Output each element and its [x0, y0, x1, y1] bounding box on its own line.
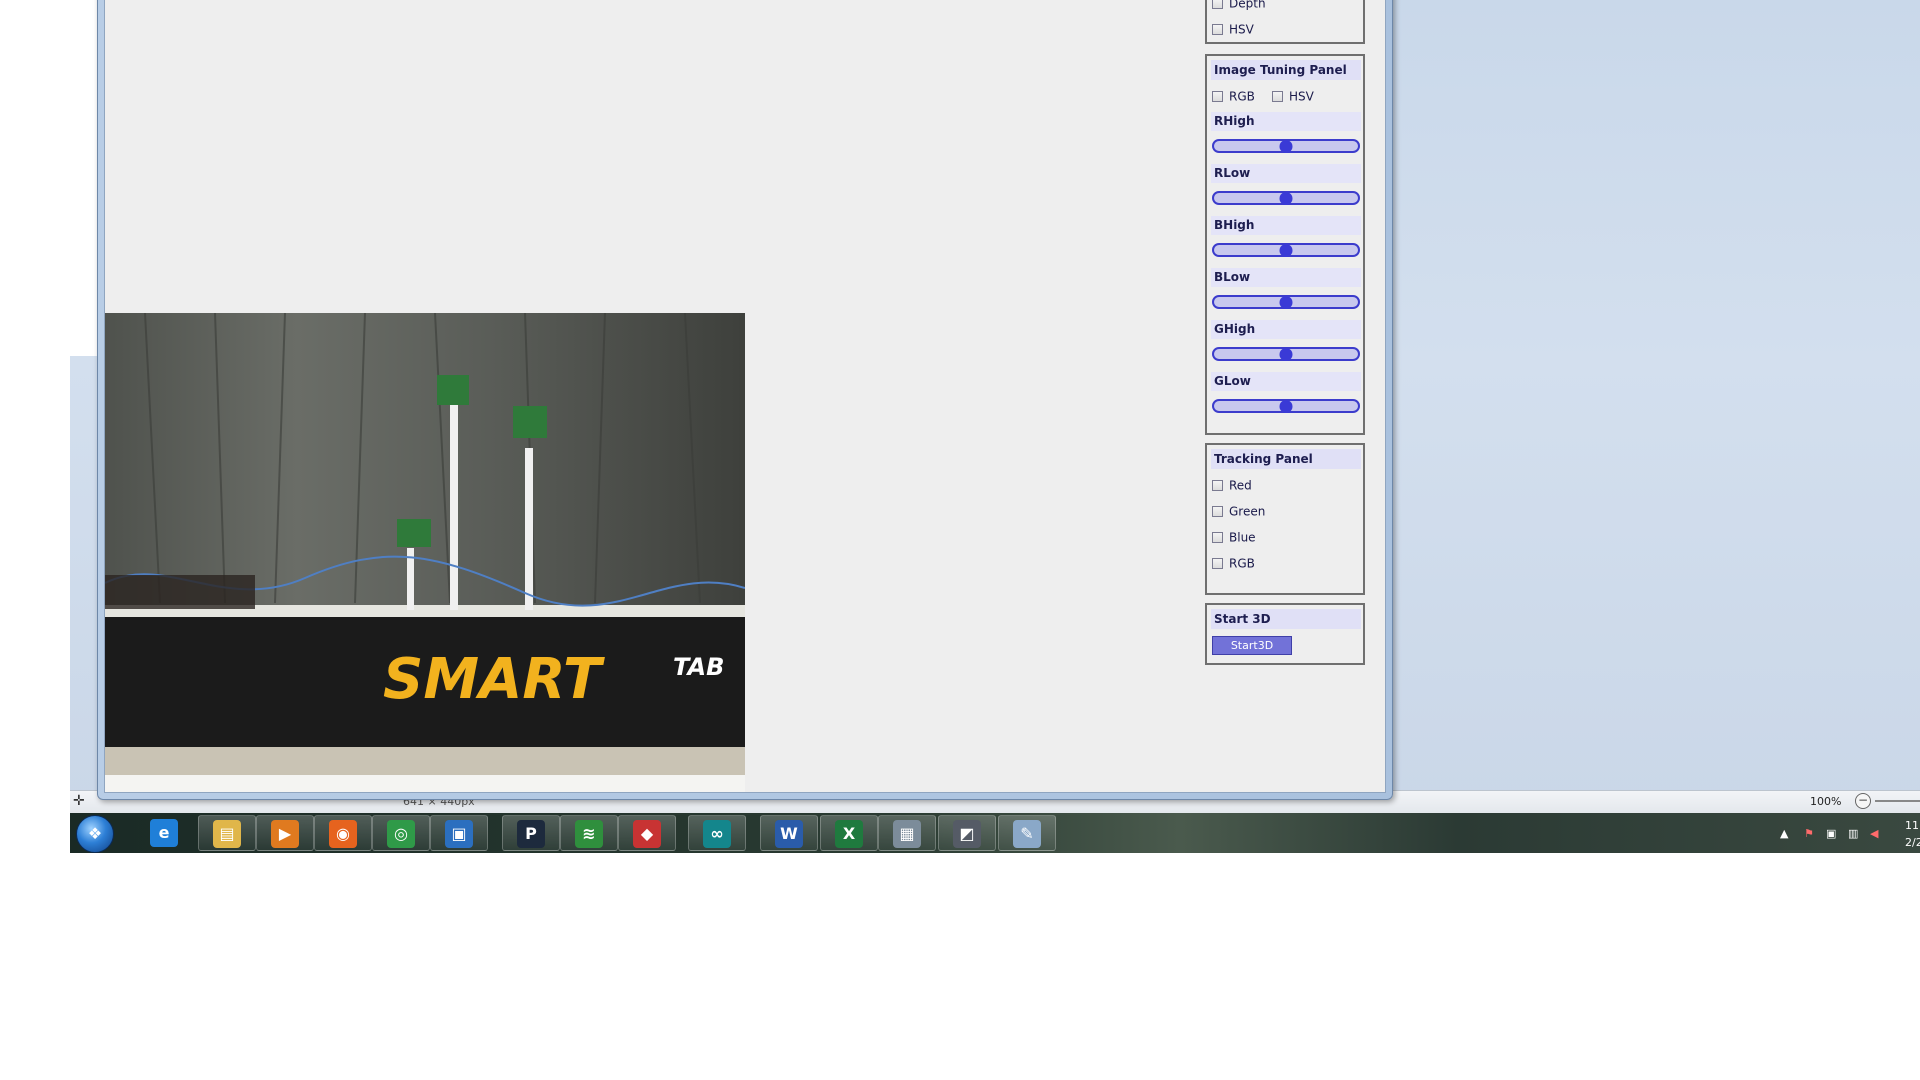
ghigh-slider-thumb[interactable] [1279, 348, 1293, 361]
java-app-icon: ◩ [953, 820, 981, 848]
taskbar-button-internet-explorer[interactable]: e [136, 815, 194, 851]
banner-logo-text: SMART [383, 647, 605, 712]
hsv-mode-label: HSV [1289, 89, 1314, 104]
taskbar-button-java-app[interactable]: ◩ [938, 815, 996, 851]
file-explorer-icon: ▤ [213, 820, 241, 848]
taskbar-button-media-player[interactable]: ▶ [256, 815, 314, 851]
rlow-slider-thumb[interactable] [1279, 192, 1293, 205]
clock-date[interactable]: 2/2 [1905, 836, 1920, 849]
clock-time[interactable]: 11 [1905, 819, 1919, 832]
image-tuning-title: Image Tuning Panel [1211, 60, 1361, 80]
move-icon[interactable]: ✛ [73, 793, 85, 809]
red-checkbox[interactable] [1212, 480, 1223, 491]
rhigh-slider-thumb[interactable] [1279, 140, 1293, 153]
taskbar-button-red-app[interactable]: ◆ [618, 815, 676, 851]
excel-icon: X [835, 820, 863, 848]
image-tuning-panel: Image Tuning Panel RGB HSV RHigh RLow BH… [1205, 54, 1365, 435]
bhigh-label: BHigh [1211, 216, 1361, 235]
system-tray: ▲ ⚑ ▣ ▥ ◀ [1770, 813, 1920, 853]
depth-checkbox[interactable] [1212, 0, 1223, 9]
rlow-label: RLow [1211, 164, 1361, 183]
hsv-label: HSV [1229, 22, 1254, 37]
rgb-mode-checkbox[interactable] [1212, 91, 1223, 102]
zoom-level-text: 100% [1810, 795, 1842, 808]
calculator-icon: ▦ [893, 820, 921, 848]
start3d-panel: Start 3D Start3D [1205, 603, 1365, 665]
glow-slider-thumb[interactable] [1279, 400, 1293, 413]
green-label: Green [1229, 504, 1266, 519]
rhigh-slider[interactable] [1212, 139, 1360, 153]
blow-slider[interactable] [1212, 295, 1360, 309]
blow-label: BLow [1211, 268, 1361, 287]
device-icon[interactable]: ▣ [1826, 827, 1836, 840]
taskbar-button-firefox[interactable]: ◉ [314, 815, 372, 851]
word-icon: W [775, 820, 803, 848]
ghigh-slider[interactable] [1212, 347, 1360, 361]
blue-checkbox-row[interactable]: Blue [1212, 529, 1256, 545]
window-app-icon: ▣ [445, 820, 473, 848]
taskbar-button-window-app[interactable]: ▣ [430, 815, 488, 851]
network-icon[interactable]: ▥ [1848, 827, 1858, 840]
hsv-mode-checkbox-row[interactable]: HSV [1272, 88, 1314, 104]
blow-slider-thumb[interactable] [1279, 296, 1293, 309]
taskbar-button-word[interactable]: W [760, 815, 818, 851]
hsv-mode-checkbox[interactable] [1272, 91, 1283, 102]
ghigh-label: GHigh [1211, 320, 1361, 339]
pandora-icon: P [517, 820, 545, 848]
red-checkbox-row[interactable]: Red [1212, 477, 1252, 493]
rgb-mode-checkbox-row[interactable]: RGB [1212, 88, 1255, 104]
hsv-checkbox[interactable] [1212, 24, 1223, 35]
taskbar-button-green-app[interactable]: ≋ [560, 815, 618, 851]
zoom-slider[interactable] [1875, 800, 1920, 802]
rgb-mode-label: RGB [1229, 89, 1255, 104]
windows-logo-icon: ❖ [87, 824, 103, 843]
color-mode-panel: Depth HSV [1205, 0, 1365, 44]
taskbar: ❖ e ▤ ▶ ◉ ◎ ▣ P ≋ ◆ ∞ W X ▦ ◩ ✎ [70, 813, 1920, 853]
bhigh-slider[interactable] [1212, 243, 1360, 257]
tracking-panel: Tracking Panel Red Green Blue RGB [1205, 443, 1365, 595]
red-label: Red [1229, 478, 1252, 493]
blue-checkbox[interactable] [1212, 532, 1223, 543]
taskbar-button-paint[interactable]: ✎ [998, 815, 1056, 851]
blue-label: Blue [1229, 530, 1256, 545]
glow-slider[interactable] [1212, 399, 1360, 413]
rgb-tracking-label: RGB [1229, 556, 1255, 571]
banner-suffix-text: TAB [673, 653, 724, 681]
media-player-icon: ▶ [271, 820, 299, 848]
rlow-slider[interactable] [1212, 191, 1360, 205]
show-hidden-icons-icon[interactable]: ▲ [1780, 827, 1788, 840]
tracking-title: Tracking Panel [1211, 449, 1361, 469]
rhigh-label: RHigh [1211, 112, 1361, 131]
depth-label: Depth [1229, 0, 1266, 11]
green-checkbox-row[interactable]: Green [1212, 503, 1265, 519]
camera-feed-image: SMART TAB [105, 313, 745, 792]
start3d-title: Start 3D [1211, 609, 1361, 629]
background-app-canvas [70, 0, 99, 356]
taskbar-button-chrome[interactable]: ◎ [372, 815, 430, 851]
hsv-checkbox-row[interactable]: HSV [1212, 21, 1254, 37]
rgb-tracking-checkbox[interactable] [1212, 558, 1223, 569]
depth-checkbox-row[interactable]: Depth [1212, 0, 1266, 11]
taskbar-button-arduino[interactable]: ∞ [688, 815, 746, 851]
taskbar-button-pandora[interactable]: P [502, 815, 560, 851]
red-app-icon: ◆ [633, 820, 661, 848]
taskbar-button-file-explorer[interactable]: ▤ [198, 815, 256, 851]
green-app-icon: ≋ [575, 820, 603, 848]
taskbar-button-calculator[interactable]: ▦ [878, 815, 936, 851]
taskbar-button-excel[interactable]: X [820, 815, 878, 851]
rgb-tracking-checkbox-row[interactable]: RGB [1212, 555, 1255, 571]
paint-icon: ✎ [1013, 820, 1041, 848]
green-checkbox[interactable] [1212, 506, 1223, 517]
internet-explorer-icon: e [150, 819, 178, 847]
chrome-icon: ◎ [387, 820, 415, 848]
action-center-flag-icon[interactable]: ⚑ [1804, 827, 1814, 840]
zoom-out-icon[interactable]: − [1855, 793, 1871, 809]
firefox-icon: ◉ [329, 820, 357, 848]
start-button[interactable]: ❖ [76, 815, 114, 853]
bhigh-slider-thumb[interactable] [1279, 244, 1293, 257]
start3d-button[interactable]: Start3D [1212, 636, 1292, 655]
glow-label: GLow [1211, 372, 1361, 391]
volume-muted-icon[interactable]: ◀ [1870, 827, 1878, 840]
arduino-icon: ∞ [703, 820, 731, 848]
